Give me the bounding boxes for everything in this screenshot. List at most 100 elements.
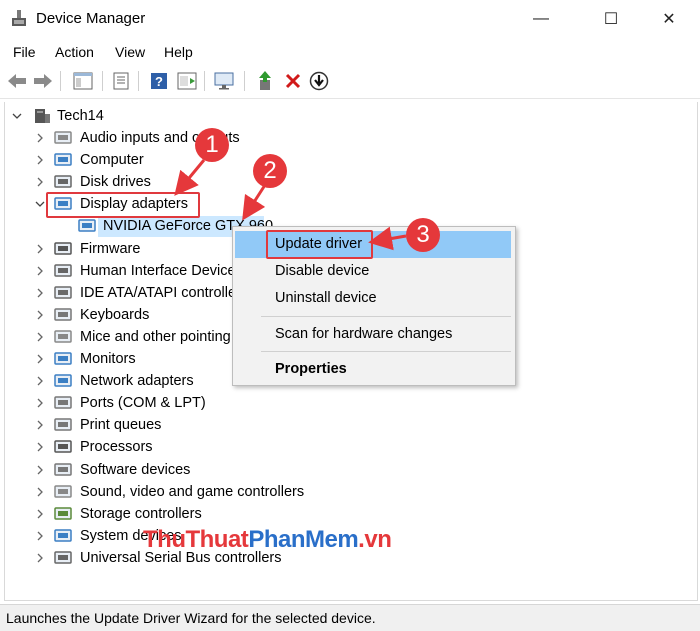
device-manager-icon bbox=[12, 10, 26, 26]
chevron-right-icon[interactable] bbox=[35, 442, 45, 452]
minimize-icon: — bbox=[533, 10, 549, 27]
tree-category-label: Human Interface Devices bbox=[80, 262, 243, 279]
scan-monitor-icon bbox=[214, 72, 234, 90]
software-icon bbox=[54, 462, 72, 476]
menu-bar: File Action View Help bbox=[0, 40, 700, 64]
toolbar: ? bbox=[0, 66, 700, 99]
disable-down-arrow-icon bbox=[309, 71, 329, 91]
menu-action[interactable]: Action bbox=[55, 44, 94, 60]
tree-category-row[interactable]: Print queues bbox=[0, 414, 240, 436]
maximize-button[interactable]: ☐ bbox=[588, 0, 634, 38]
back-arrow-icon bbox=[8, 74, 26, 88]
chevron-right-icon[interactable] bbox=[35, 531, 45, 541]
context-disable-device[interactable]: Disable device bbox=[275, 263, 369, 279]
tree-category-label: Storage controllers bbox=[80, 505, 202, 522]
display-adapter-icon bbox=[78, 219, 96, 233]
context-properties[interactable]: Properties bbox=[275, 361, 347, 377]
show-hide-console-tree-button[interactable] bbox=[72, 70, 94, 92]
chevron-down-icon[interactable] bbox=[35, 199, 45, 209]
chevron-down-icon[interactable] bbox=[12, 111, 22, 121]
tree-category-row[interactable]: Software devices bbox=[0, 459, 240, 481]
tree-category-label: Disk drives bbox=[80, 174, 151, 191]
context-separator bbox=[261, 351, 511, 352]
tree-category-row[interactable]: Keyboards bbox=[0, 304, 240, 326]
close-button[interactable]: ✕ bbox=[646, 0, 692, 38]
tree-category-row[interactable]: IDE ATA/ATAPI controllers bbox=[0, 282, 248, 304]
chevron-right-icon[interactable] bbox=[35, 310, 45, 320]
menu-view[interactable]: View bbox=[115, 44, 145, 60]
help-button[interactable]: ? bbox=[148, 70, 170, 92]
tree-category-label: Ports (COM & LPT) bbox=[80, 395, 206, 412]
chevron-right-icon[interactable] bbox=[35, 376, 45, 386]
delete-x-icon bbox=[285, 73, 301, 89]
storage-icon bbox=[54, 506, 72, 520]
tree-category-row[interactable]: Processors bbox=[0, 436, 240, 458]
scan-hardware-button[interactable] bbox=[214, 70, 236, 92]
close-icon: ✕ bbox=[662, 11, 676, 28]
tree-category-row[interactable]: Human Interface Devices bbox=[0, 260, 243, 282]
tree-category-row[interactable]: Mice and other pointing devices bbox=[0, 326, 284, 348]
tree-root[interactable]: Tech14 bbox=[5, 105, 305, 127]
update-driver-button[interactable] bbox=[254, 70, 276, 92]
chevron-right-icon[interactable] bbox=[35, 177, 45, 187]
title-bar: Device Manager — ☐ ✕ bbox=[0, 0, 700, 38]
disk-icon bbox=[54, 175, 72, 188]
chevron-right-icon[interactable] bbox=[35, 420, 45, 430]
update-driver-highlight bbox=[266, 230, 373, 259]
chip-icon bbox=[54, 241, 72, 255]
tree-device-row[interactable]: NVIDIA GeForce GTX 960 bbox=[0, 215, 273, 237]
action-pane-button[interactable] bbox=[176, 70, 198, 92]
printer-icon bbox=[54, 418, 72, 432]
chevron-right-icon[interactable] bbox=[35, 133, 45, 143]
chevron-right-icon[interactable] bbox=[35, 398, 45, 408]
tree-category-label: Computer bbox=[80, 152, 144, 169]
minimize-button[interactable]: — bbox=[518, 0, 564, 38]
chevron-right-icon[interactable] bbox=[35, 465, 45, 475]
tree-category-row[interactable]: Sound, video and game controllers bbox=[0, 481, 304, 503]
chevron-right-icon[interactable] bbox=[35, 332, 45, 342]
properties-button[interactable] bbox=[110, 70, 132, 92]
tree-category-label: Sound, video and game controllers bbox=[80, 483, 305, 500]
port-icon bbox=[54, 396, 72, 409]
chevron-right-icon[interactable] bbox=[35, 487, 45, 497]
tree-category-label: Firmware bbox=[80, 240, 141, 257]
disable-device-button[interactable] bbox=[308, 70, 330, 92]
step-3-badge: 3 bbox=[406, 218, 440, 252]
system-icon bbox=[54, 529, 72, 542]
menu-file[interactable]: File bbox=[13, 44, 36, 60]
tree-root-label: Tech14 bbox=[57, 108, 104, 124]
tree-category-row[interactable]: Monitors bbox=[0, 348, 240, 370]
tree-category-row[interactable]: Ports (COM & LPT) bbox=[0, 392, 240, 414]
chevron-right-icon[interactable] bbox=[35, 266, 45, 276]
chevron-right-icon[interactable] bbox=[35, 509, 45, 519]
toolbar-separator bbox=[204, 71, 205, 91]
tree-category-row[interactable]: Disk drives bbox=[0, 171, 240, 193]
toolbar-separator bbox=[102, 71, 103, 91]
maximize-icon: ☐ bbox=[603, 11, 619, 28]
uninstall-device-button[interactable] bbox=[282, 70, 304, 92]
chevron-right-icon[interactable] bbox=[35, 553, 45, 563]
display-adapters-highlight bbox=[46, 192, 200, 218]
context-scan-hardware[interactable]: Scan for hardware changes bbox=[275, 326, 452, 342]
console-tree-icon bbox=[73, 72, 93, 90]
chevron-right-icon[interactable] bbox=[35, 354, 45, 364]
cpu-icon bbox=[54, 440, 72, 454]
update-driver-icon bbox=[259, 71, 271, 90]
watermark-part3: .vn bbox=[358, 526, 392, 553]
back-button[interactable] bbox=[6, 70, 28, 92]
forward-button[interactable] bbox=[32, 70, 54, 92]
chevron-right-icon[interactable] bbox=[35, 244, 45, 254]
context-uninstall-device[interactable]: Uninstall device bbox=[275, 290, 377, 306]
tree-category-label: Print queues bbox=[80, 417, 162, 434]
monitor-icon bbox=[54, 153, 72, 166]
tree-category-label: Network adapters bbox=[80, 373, 194, 390]
network-icon bbox=[54, 374, 72, 387]
tree-category-row[interactable]: Storage controllers bbox=[0, 503, 240, 525]
chevron-right-icon[interactable] bbox=[35, 155, 45, 165]
chevron-right-icon[interactable] bbox=[35, 288, 45, 298]
tree-category-row[interactable]: Firmware bbox=[0, 238, 240, 260]
watermark: ThuThuatPhanMem.vn bbox=[143, 526, 392, 554]
menu-help[interactable]: Help bbox=[164, 44, 193, 60]
controller-icon bbox=[54, 285, 72, 299]
tree-category-row[interactable]: Network adapters bbox=[0, 370, 240, 392]
